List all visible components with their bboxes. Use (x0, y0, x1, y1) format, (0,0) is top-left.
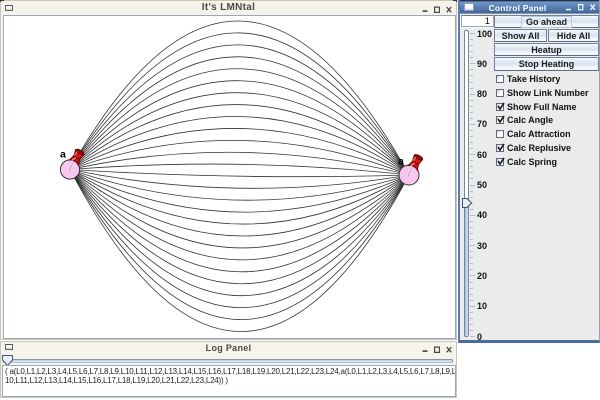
svg-text:a: a (60, 149, 66, 161)
svg-text:a: a (398, 156, 404, 168)
